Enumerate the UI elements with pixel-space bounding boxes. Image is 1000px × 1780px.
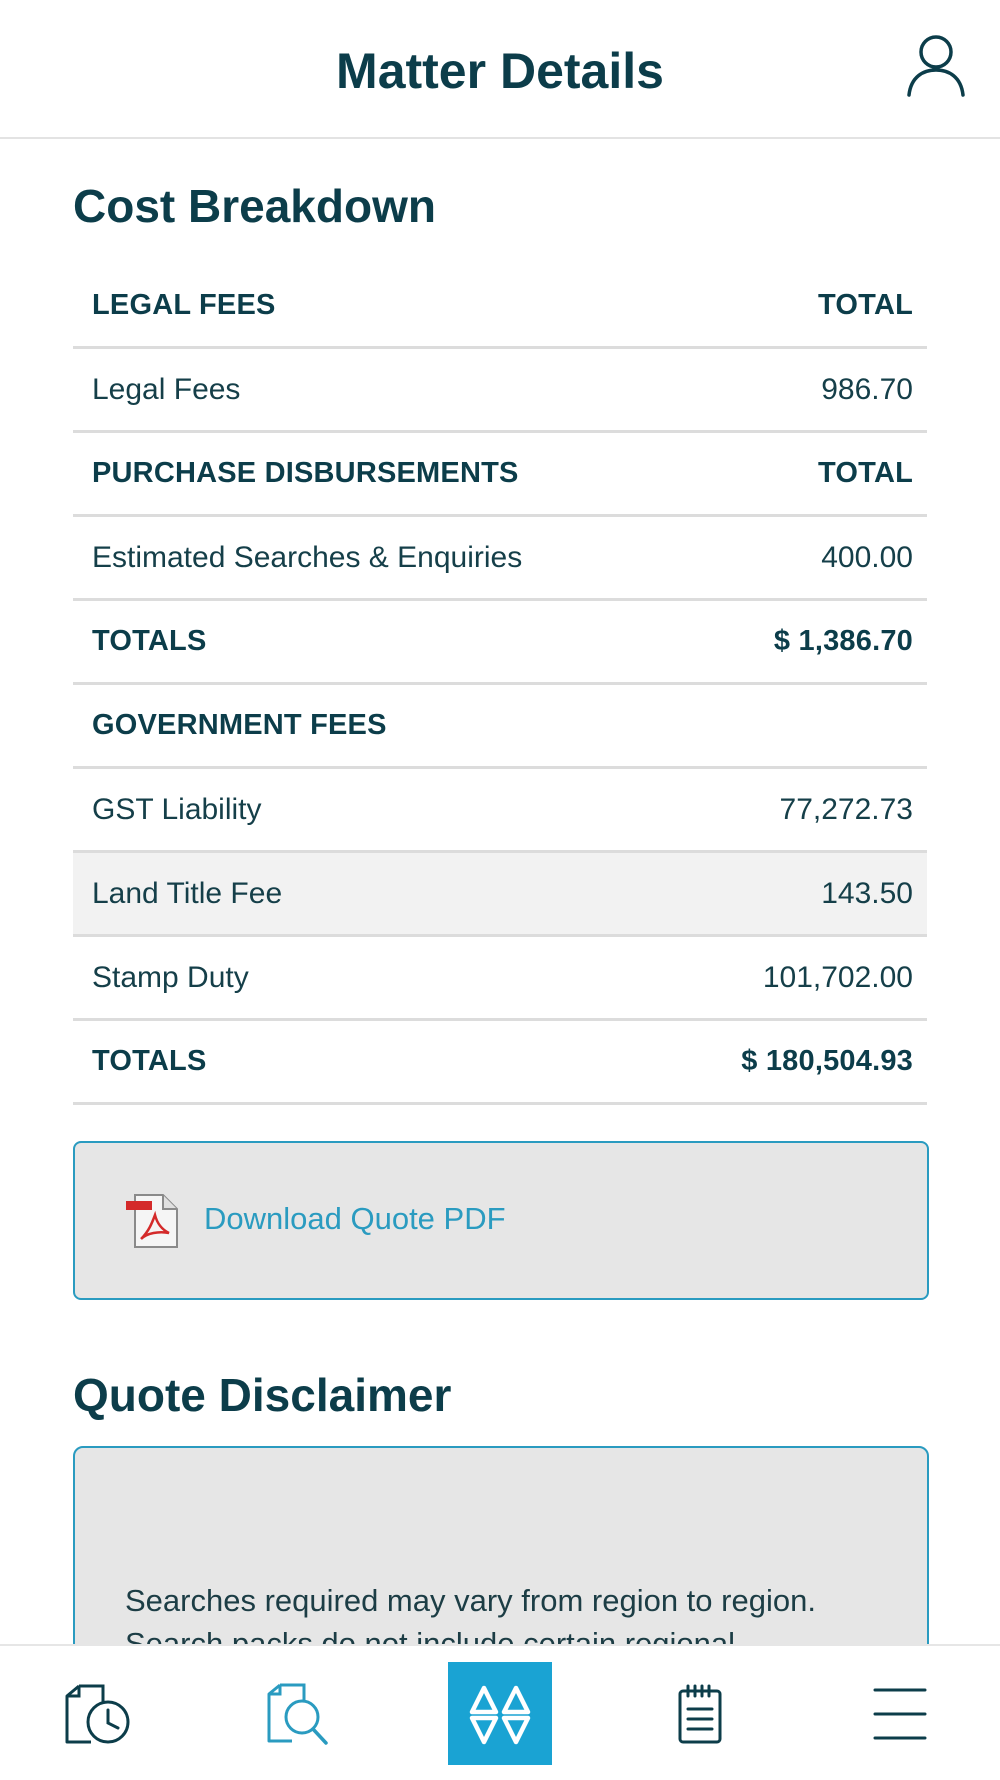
row-label: Legal Fees: [92, 372, 241, 406]
row-label: PURCHASE DISBURSEMENTS: [92, 457, 519, 489]
table-row-gst-liability: GST Liability 77,272.73: [73, 769, 927, 853]
row-value: $ 180,504.93: [741, 1045, 913, 1077]
top-app-bar: Matter Details: [0, 0, 1000, 139]
download-quote-pdf-link[interactable]: Download Quote PDF: [204, 1201, 506, 1237]
section-header-government-fees: GOVERNMENT FEES: [73, 685, 927, 769]
user-icon: [907, 35, 965, 97]
nav-search[interactable]: [266, 1681, 330, 1747]
section-header-legal-fees: LEGAL FEES TOTAL: [73, 265, 927, 349]
row-value: 400.00: [821, 540, 913, 574]
table-row-land-title-fee: Land Title Fee 143.50: [73, 853, 927, 937]
cost-breakdown-table: LEGAL FEES TOTAL Legal Fees 986.70 PURCH…: [73, 265, 927, 1105]
row-label: TOTALS: [92, 625, 207, 657]
menu-icon: [873, 1688, 927, 1740]
section-header-purchase-disbursements: PURCHASE DISBURSEMENTS TOTAL: [73, 433, 927, 517]
row-label: Land Title Fee: [92, 876, 283, 910]
cost-breakdown-title: Cost Breakdown: [73, 180, 436, 232]
bottom-navigation-bar: [0, 1644, 1000, 1780]
row-label: Estimated Searches & Enquiries: [92, 540, 523, 574]
nav-menu[interactable]: [873, 1686, 927, 1742]
quote-disclaimer-title: Quote Disclaimer: [73, 1369, 452, 1421]
download-quote-pdf-button[interactable]: Download Quote PDF: [73, 1141, 929, 1300]
row-value: TOTAL: [818, 289, 913, 321]
profile-button[interactable]: [905, 33, 967, 99]
pdf-file-icon: [126, 1194, 178, 1248]
row-label: GOVERNMENT FEES: [92, 709, 387, 741]
row-label: Stamp Duty: [92, 960, 249, 994]
nav-home[interactable]: [448, 1662, 552, 1765]
notepad-icon: [678, 1684, 722, 1744]
table-row-estimated-searches: Estimated Searches & Enquiries 400.00: [73, 517, 927, 601]
row-value: TOTAL: [818, 457, 913, 489]
row-label: GST Liability: [92, 792, 262, 826]
nav-matters-history[interactable]: [63, 1682, 135, 1746]
nav-notes[interactable]: [677, 1683, 723, 1745]
row-value: 986.70: [821, 372, 913, 406]
table-row-legal-fees: Legal Fees 986.70: [73, 349, 927, 433]
row-value: 101,702.00: [762, 960, 913, 994]
search-document-icon: [267, 1683, 328, 1745]
row-label: TOTALS: [92, 1045, 207, 1077]
totals-row-purchase: TOTALS $ 1,386.70: [73, 601, 927, 685]
row-value: $ 1,386.70: [773, 625, 913, 657]
row-label: LEGAL FEES: [92, 289, 276, 321]
row-value: 77,272.73: [779, 792, 913, 826]
table-row-stamp-duty: Stamp Duty 101,702.00: [73, 937, 927, 1021]
disclaimer-text: Searches required may vary from region t…: [125, 1583, 816, 1644]
page-title: Matter Details: [336, 43, 664, 99]
totals-row-government: TOTALS $ 180,504.93: [73, 1021, 927, 1105]
row-value: 143.50: [821, 876, 913, 910]
disclaimer-box: Searches required may vary from region t…: [73, 1446, 929, 1644]
logo-home-icon: [469, 1685, 531, 1745]
content-scroll-area[interactable]: Cost Breakdown LEGAL FEES TOTAL Legal Fe…: [0, 139, 1000, 1644]
history-document-icon: [65, 1684, 130, 1744]
